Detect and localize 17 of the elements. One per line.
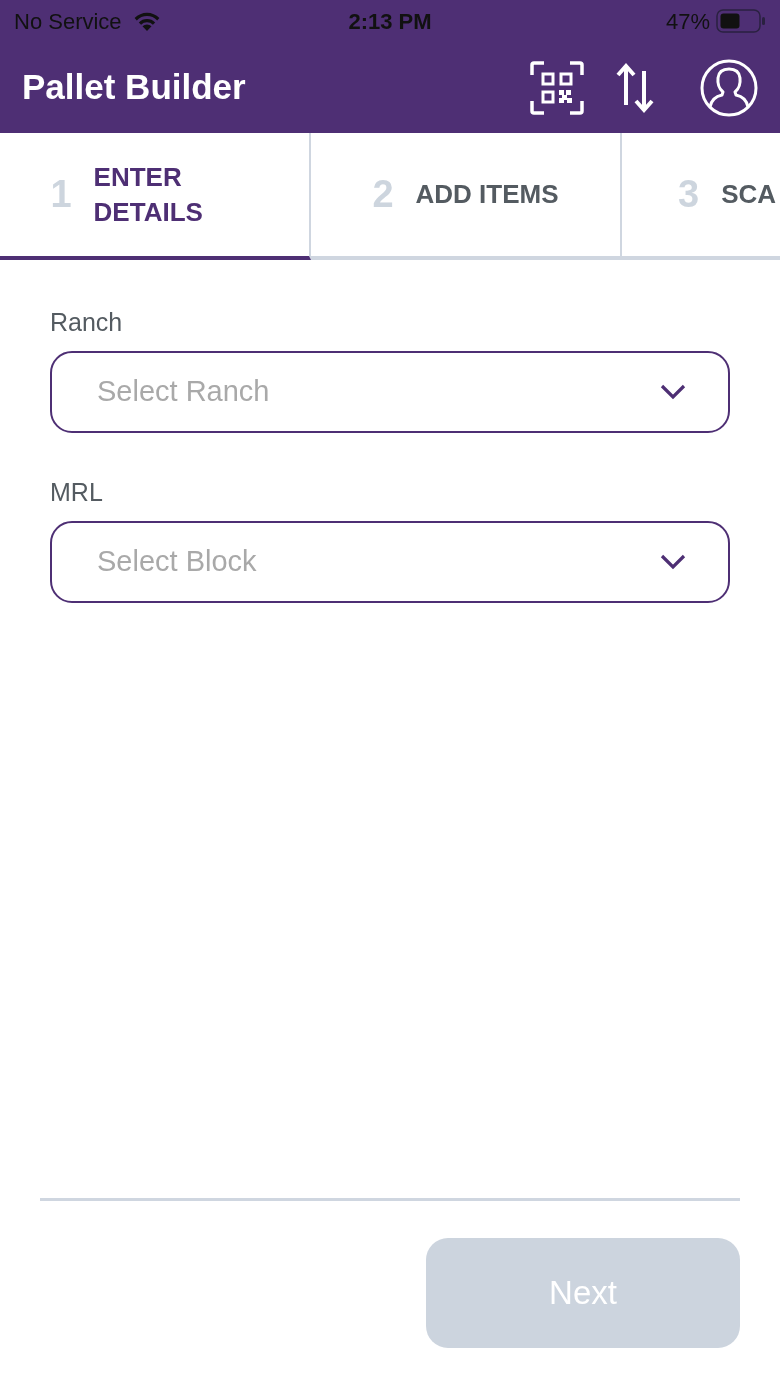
placeholder-text: Select Ranch xyxy=(97,374,270,410)
chevron-down-icon xyxy=(660,554,686,570)
placeholder-text: Select Block xyxy=(97,544,257,580)
profile-button[interactable] xyxy=(700,58,758,117)
field-label: Ranch xyxy=(50,307,124,337)
scan-qr-button[interactable] xyxy=(530,60,584,115)
carrier-text: No Service xyxy=(14,7,122,36)
user-profile-icon xyxy=(700,58,758,117)
battery-icon xyxy=(716,9,766,33)
time-text: 2:13 PM xyxy=(348,7,432,36)
app-title: Pallet Builder xyxy=(22,66,247,109)
chevron-down-icon xyxy=(660,384,686,400)
qr-scan-icon xyxy=(530,60,584,115)
sort-button[interactable] xyxy=(616,62,654,113)
up-down-arrows-icon xyxy=(616,62,654,113)
battery-percent-text: 47% xyxy=(665,7,710,36)
field-label: MRL xyxy=(50,477,104,507)
